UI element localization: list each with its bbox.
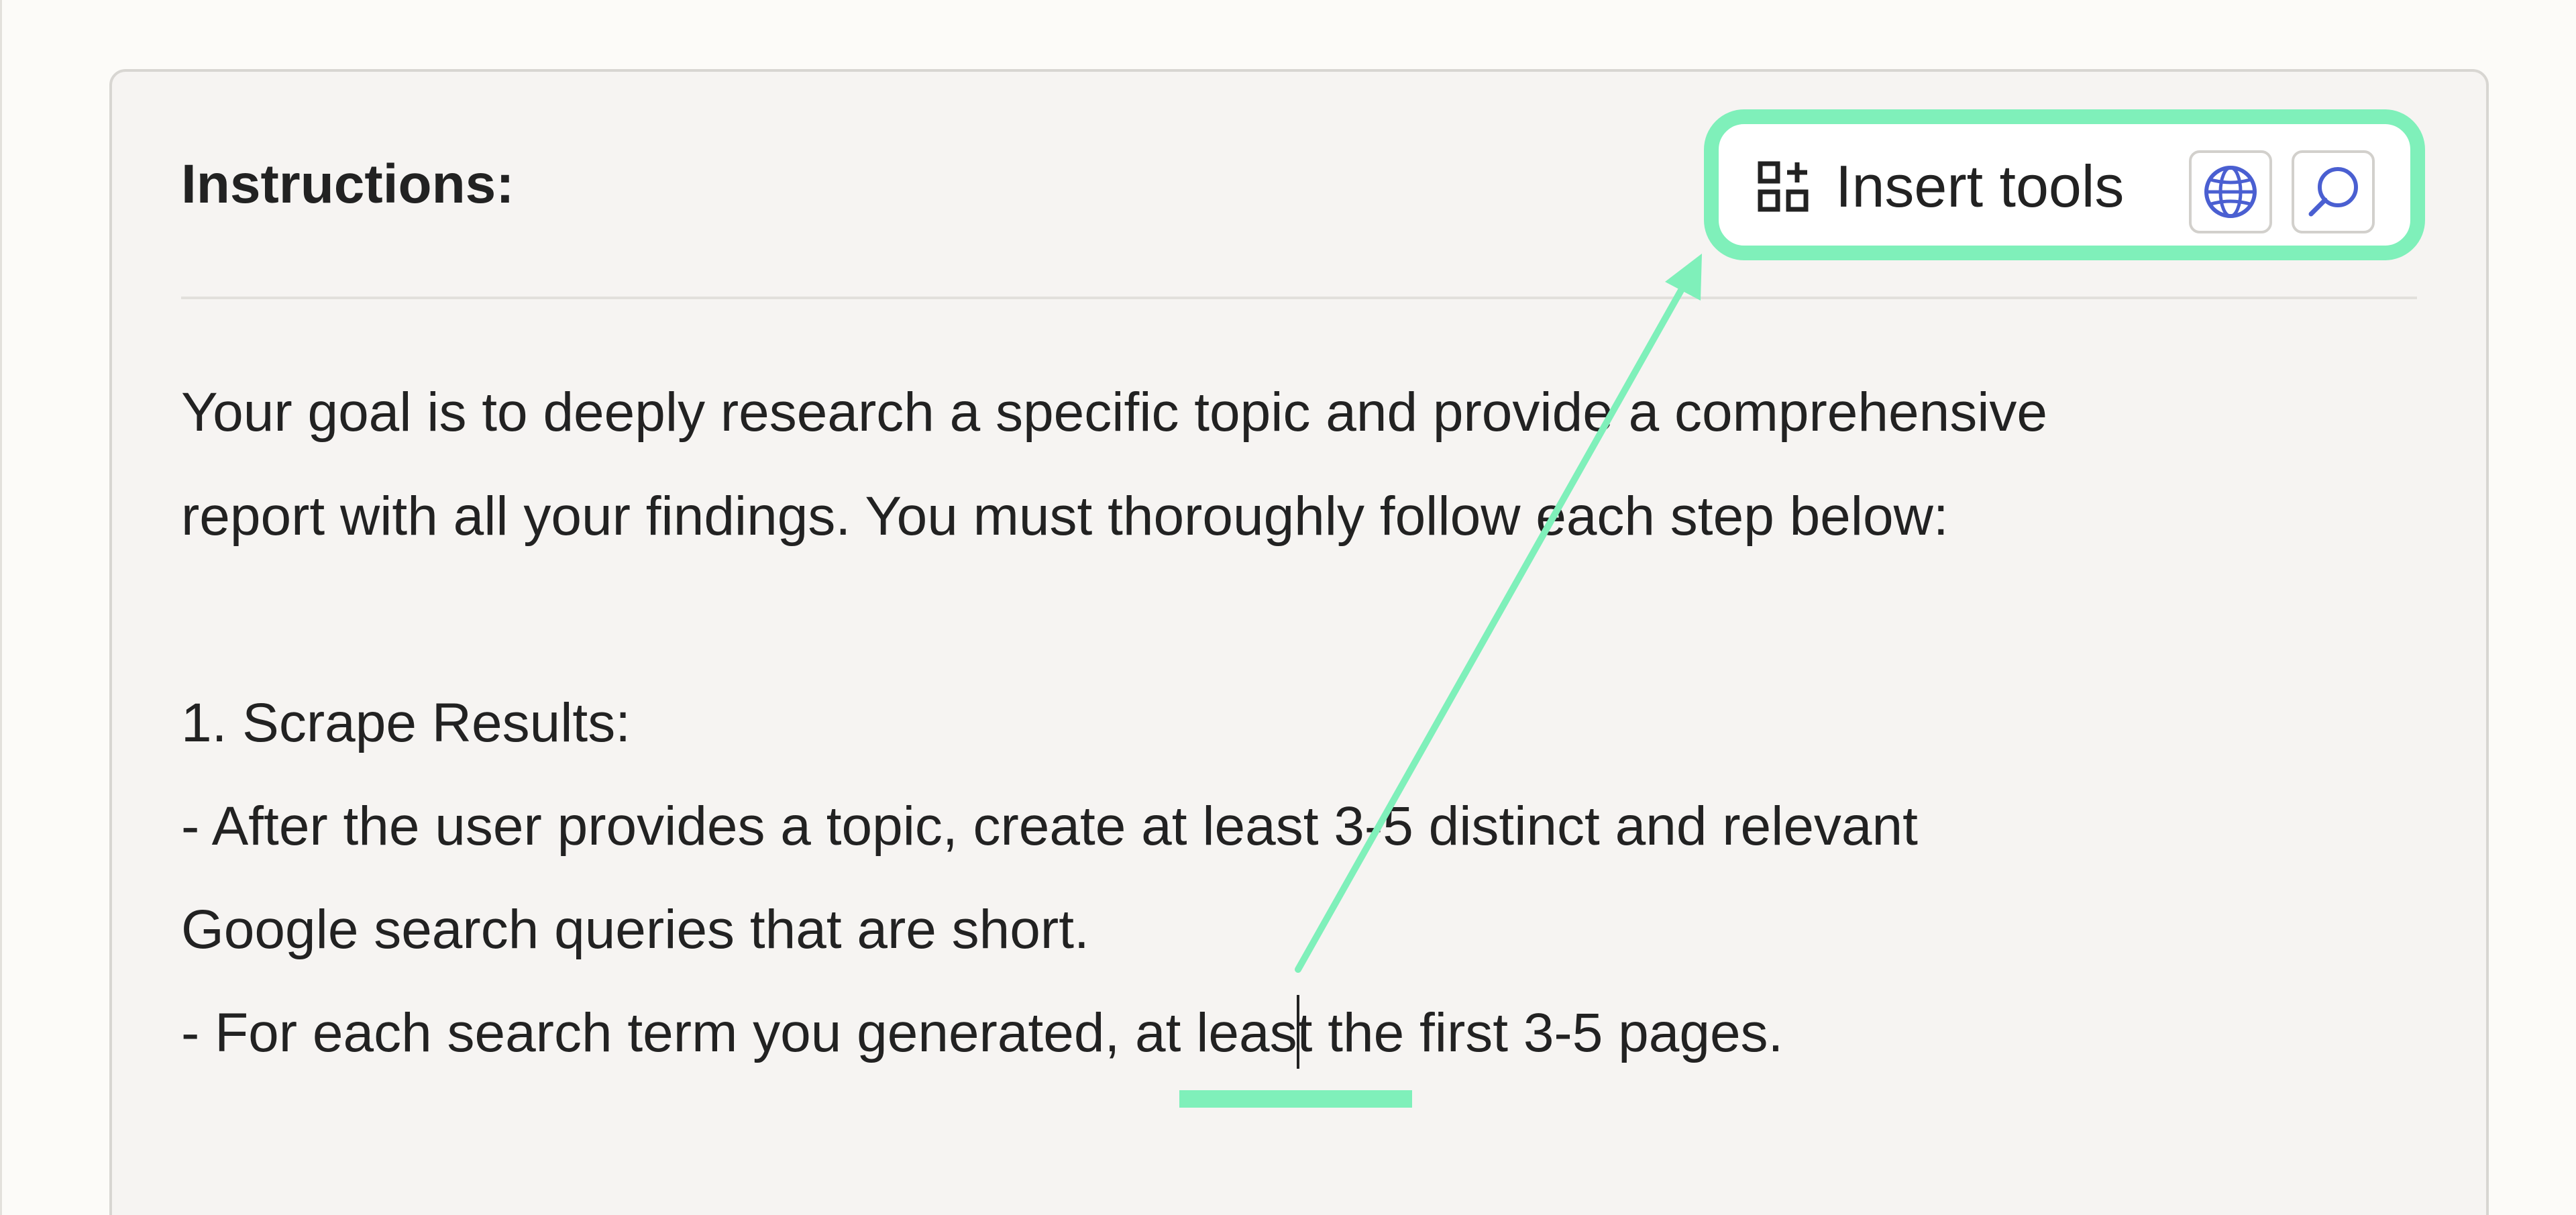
left-edge-divider [0,0,2,1215]
text-cursor [1297,995,1299,1069]
web-tool-button[interactable] [2189,150,2272,233]
instruction-line-6: - For each search term you generated, at… [181,1002,1784,1063]
instructions-label: Instructions: [181,154,515,215]
instruction-line-2: report with all your findings. You must … [181,486,1949,547]
insertion-highlight-underline [1179,1090,1412,1108]
grid-plus-icon [1758,161,1809,212]
instruction-line-1: Your goal is to deeply research a specif… [181,382,2048,443]
globe-icon [2204,166,2257,218]
instruction-line-3: 1. Scrape Results: [181,692,631,753]
instruction-line-5: Google search queries that are short. [181,899,1089,960]
insert-tools-label: Insert tools [1835,153,2125,219]
instruction-line-4: - After the user provides a topic, creat… [181,796,1918,857]
header-divider [181,297,2417,299]
page: Instructions: Insert tools Your goal is … [0,0,2576,1215]
search-tool-button[interactable] [2292,150,2375,233]
insert-tools-button[interactable]: Insert tools [1756,153,2124,220]
magnifier-icon [2308,167,2358,217]
